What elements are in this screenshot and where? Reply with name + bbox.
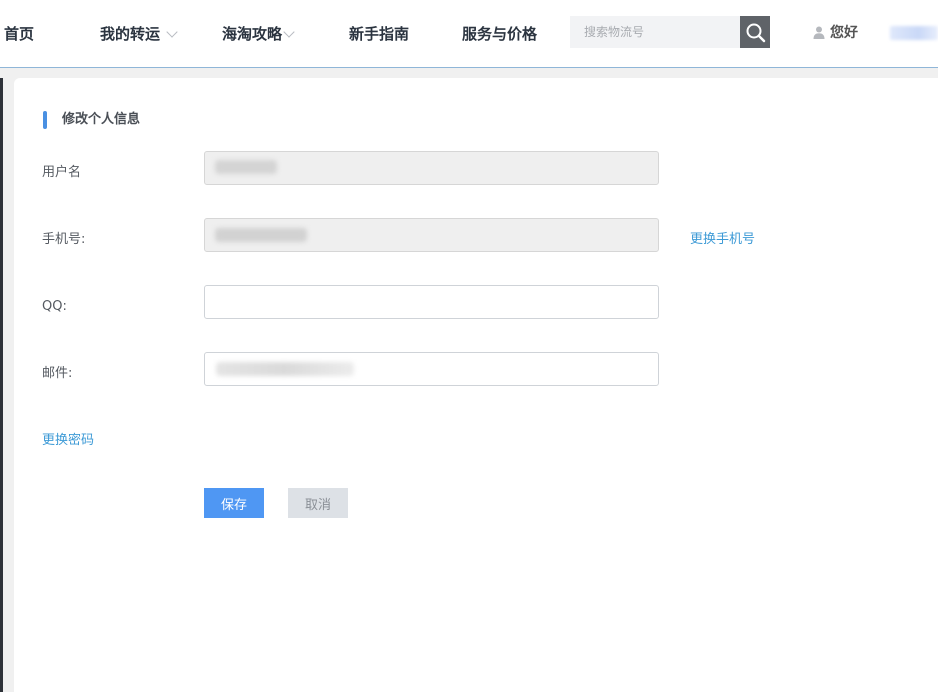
sidebar-edge bbox=[0, 78, 3, 692]
nav-item-label: 服务与价格 bbox=[462, 25, 538, 43]
nav-item-beginner-guide[interactable]: 新手指南 bbox=[349, 24, 409, 44]
username-label: 用户名 bbox=[42, 165, 82, 180]
cancel-button[interactable]: 取消 bbox=[288, 488, 348, 518]
top-navigation: 首页 我的转运 海淘攻略 新手指南 服务与价格 您好 bbox=[0, 0, 938, 68]
section-title: 修改个人信息 bbox=[62, 112, 141, 127]
nav-item-shopping-guide[interactable]: 海淘攻略 bbox=[222, 24, 295, 44]
user-icon bbox=[813, 26, 825, 39]
section-marker bbox=[43, 111, 47, 129]
phone-value-redacted bbox=[215, 228, 307, 242]
search-button[interactable] bbox=[740, 16, 770, 48]
search-icon bbox=[746, 23, 766, 43]
nav-item-label: 新手指南 bbox=[349, 25, 410, 43]
save-button[interactable]: 保存 bbox=[204, 488, 264, 518]
email-label: 邮件: bbox=[42, 366, 73, 381]
change-password-link[interactable]: 更换密码 bbox=[42, 432, 94, 450]
change-phone-link[interactable]: 更换手机号 bbox=[690, 231, 755, 249]
nav-item-label: 首页 bbox=[4, 25, 35, 43]
nav-item-services-pricing[interactable]: 服务与价格 bbox=[462, 24, 537, 44]
nav-item-home[interactable]: 首页 bbox=[4, 24, 34, 44]
phone-label: 手机号: bbox=[42, 232, 86, 247]
nav-item-my-forwarding[interactable]: 我的转运 bbox=[100, 24, 178, 44]
qq-field[interactable] bbox=[204, 285, 659, 319]
greeting-text[interactable]: 您好 bbox=[830, 24, 858, 42]
chevron-down-icon bbox=[283, 26, 295, 38]
email-value-redacted bbox=[216, 362, 354, 376]
username-value-redacted bbox=[215, 160, 277, 174]
search-input[interactable] bbox=[570, 16, 741, 48]
nav-item-label: 我的转运 bbox=[100, 25, 161, 43]
username-redacted[interactable] bbox=[890, 26, 938, 40]
chevron-down-icon bbox=[166, 26, 178, 38]
qq-label: QQ: bbox=[42, 299, 67, 314]
nav-item-label: 海淘攻略 bbox=[222, 25, 283, 43]
